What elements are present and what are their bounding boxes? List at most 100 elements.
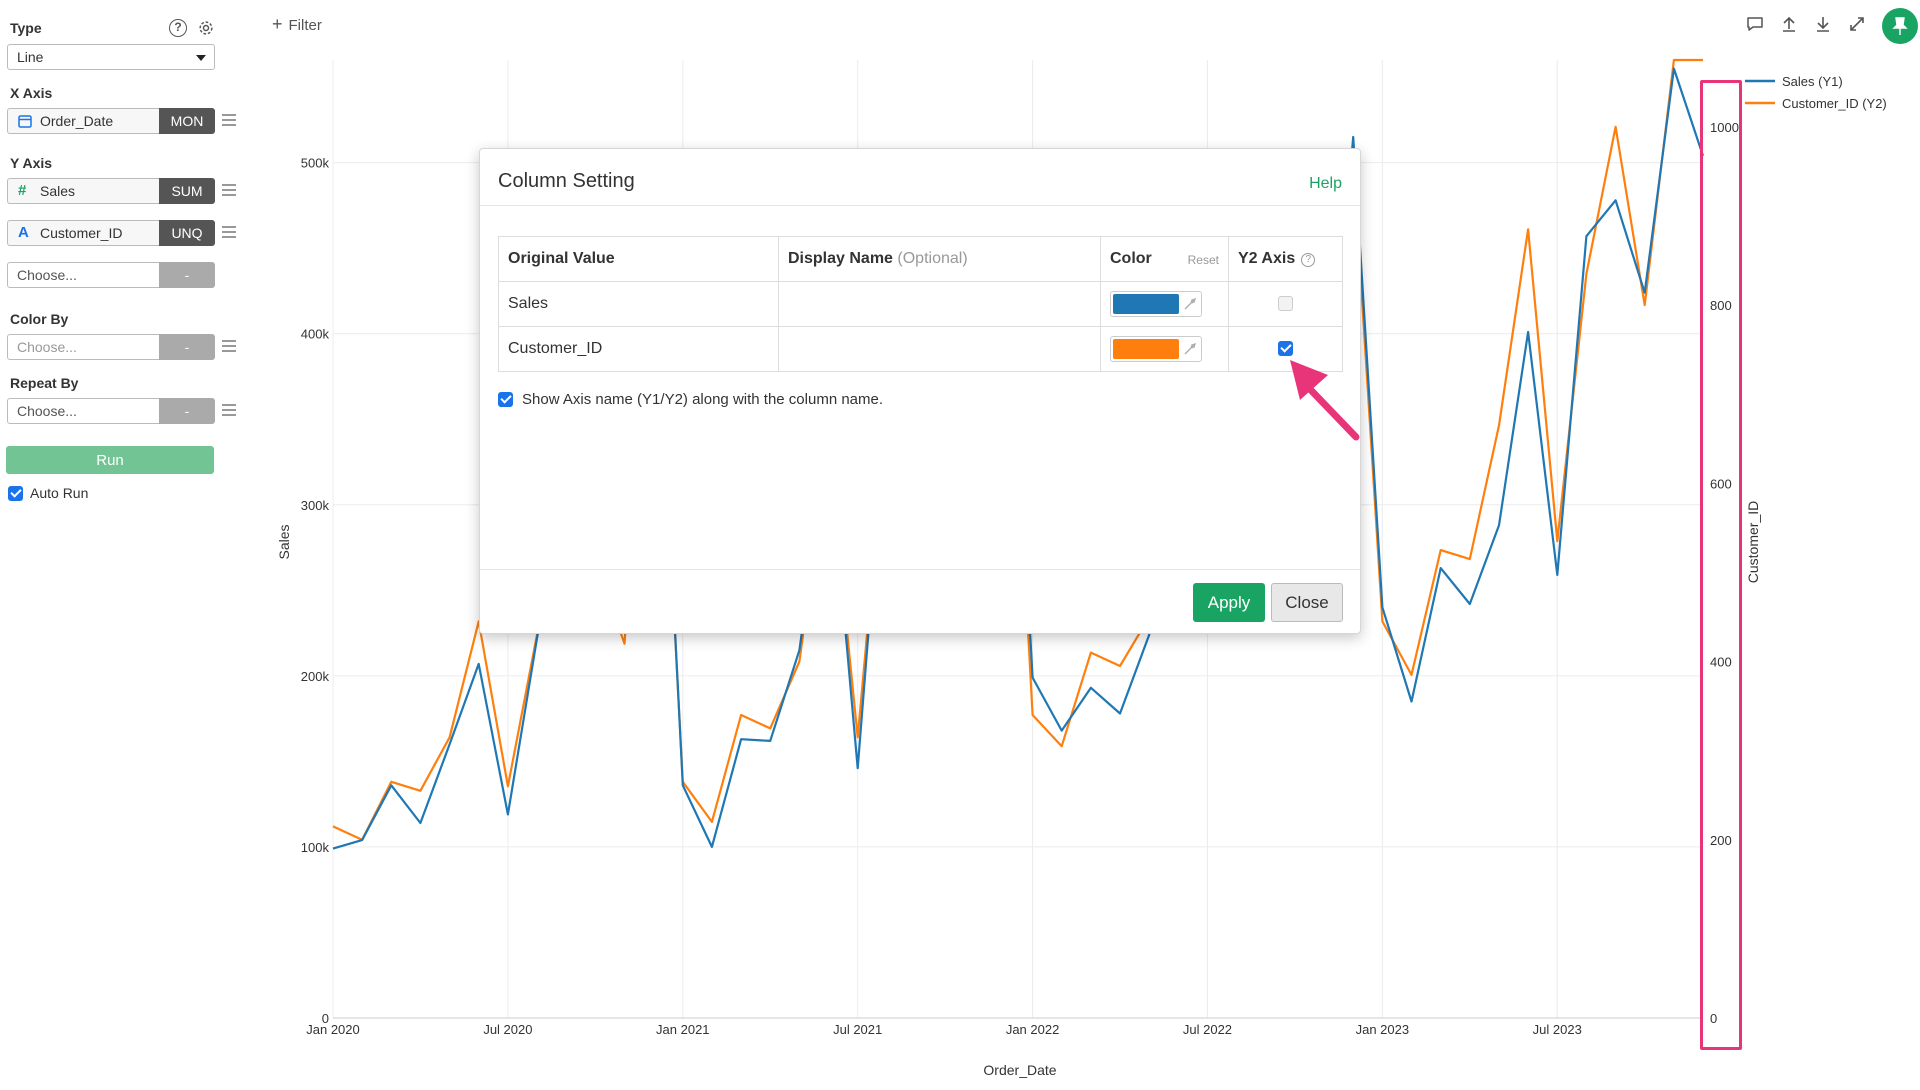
chart-type-value: Line <box>17 49 44 65</box>
x-field-label: Order_Date <box>40 113 114 129</box>
y-axis-title: Sales <box>276 524 292 559</box>
help-icon[interactable]: ? <box>1301 253 1316 267</box>
color-cell <box>1100 281 1229 327</box>
y-field-choose[interactable]: Choose... <box>7 262 159 288</box>
run-button[interactable]: Run <box>6 446 214 474</box>
original-value-cell: Sales <box>498 281 779 327</box>
auto-run-label: Auto Run <box>30 485 89 501</box>
header-original-value: Original Value <box>498 236 779 282</box>
x-tick-label: Jan 2020 <box>306 1022 360 1037</box>
hamburger-menu-icon[interactable] <box>222 404 236 416</box>
table-row: Customer_ID <box>498 326 1343 372</box>
x-tick-label: Jul 2020 <box>483 1022 532 1037</box>
table-header-row: Original Value Display Name (Optional) C… <box>498 236 1343 282</box>
expand-icon[interactable] <box>1847 14 1867 34</box>
y-tick-label: 200k <box>301 669 330 684</box>
color-by-field[interactable]: Choose... - <box>7 334 215 360</box>
apply-button[interactable]: Apply <box>1193 583 1265 622</box>
number-icon: # <box>18 182 27 199</box>
download-icon[interactable] <box>1813 14 1833 34</box>
repeat-by-field[interactable]: Choose... - <box>7 398 215 424</box>
table-row: Sales <box>498 281 1343 327</box>
legend-entry[interactable]: Customer_ID (Y2) <box>1782 96 1887 111</box>
hamburger-menu-icon[interactable] <box>222 114 236 126</box>
y2-axis-highlight <box>1700 80 1742 1050</box>
x-tick-label: Jul 2021 <box>833 1022 882 1037</box>
hamburger-menu-icon[interactable] <box>222 184 236 196</box>
color-cell <box>1100 326 1229 372</box>
color-by-choose[interactable]: Choose... <box>7 334 159 360</box>
help-link[interactable]: Help <box>1309 175 1342 193</box>
show-axis-name-option[interactable]: Show Axis name (Y1/Y2) along with the co… <box>498 391 883 408</box>
dialog-divider <box>480 205 1360 206</box>
chart-config-panel: Type ? Line X Axis Order_Date MON Y Axis… <box>0 0 240 1090</box>
color-picker-sales[interactable] <box>1110 291 1202 317</box>
y-aggregation-button-customer[interactable]: UNQ <box>159 220 215 246</box>
auto-run-checkbox[interactable] <box>8 486 23 501</box>
type-label: Type <box>10 20 42 36</box>
reset-color-link[interactable]: Reset <box>1188 253 1219 267</box>
display-name-input[interactable] <box>778 326 1101 372</box>
header-color: Color Reset <box>1100 236 1229 282</box>
chart-type-select[interactable]: Line <box>7 44 215 70</box>
pin-icon <box>1892 17 1908 35</box>
color-by-label: Color By <box>10 311 69 327</box>
y-tick-label: 0 <box>322 1011 329 1026</box>
color-picker-customer[interactable] <box>1110 336 1202 362</box>
help-icon[interactable]: ? <box>169 19 187 37</box>
text-type-icon: A <box>18 224 29 241</box>
show-axis-name-checkbox[interactable] <box>498 392 513 407</box>
optional-hint: (Optional) <box>897 250 968 267</box>
header-display-name: Display Name (Optional) <box>778 236 1101 282</box>
column-setting-dialog: Column Setting Help Original Value Displ… <box>479 148 1361 634</box>
legend-entry[interactable]: Sales (Y1) <box>1782 74 1843 89</box>
display-name-input[interactable] <box>778 281 1101 327</box>
gear-icon[interactable] <box>197 19 215 37</box>
pointer-arrow-annotation <box>1290 360 1360 441</box>
y-axis-field-sales[interactable]: # Sales SUM <box>7 178 215 204</box>
x-tick-label: Jan 2023 <box>1356 1022 1410 1037</box>
y2-cell <box>1228 281 1343 327</box>
color-swatch <box>1113 339 1179 359</box>
y-field-name-customer[interactable]: A Customer_ID <box>7 220 159 246</box>
x-tick-label: Jul 2023 <box>1533 1022 1582 1037</box>
chevron-down-icon <box>196 55 206 61</box>
y-field-label-sales: Sales <box>40 183 76 199</box>
plus-icon: + <box>272 14 283 34</box>
y-aggregation-button-sales[interactable]: SUM <box>159 178 215 204</box>
hamburger-menu-icon[interactable] <box>222 226 236 238</box>
y-axis-field-customer[interactable]: A Customer_ID UNQ <box>7 220 215 246</box>
dialog-footer-divider <box>480 569 1360 570</box>
filter-button[interactable]: + Filter <box>272 14 322 35</box>
x-axis-field[interactable]: Order_Date MON <box>7 108 215 134</box>
y-aggregation-button-empty: - <box>159 262 215 288</box>
y-tick-label: 500k <box>301 156 330 171</box>
eyedropper-icon <box>1184 342 1197 355</box>
y-field-name-sales[interactable]: # Sales <box>7 178 159 204</box>
x-tick-label: Jan 2022 <box>1006 1022 1060 1037</box>
repeat-by-aggregation: - <box>159 398 215 424</box>
x-field-name[interactable]: Order_Date <box>7 108 159 134</box>
y-tick-label: 100k <box>301 840 330 855</box>
y-axis-field-empty[interactable]: Choose... - <box>7 262 215 288</box>
comment-icon[interactable] <box>1745 14 1765 34</box>
show-axis-name-label: Show Axis name (Y1/Y2) along with the co… <box>522 391 884 408</box>
repeat-by-choose[interactable]: Choose... <box>7 398 159 424</box>
chart-legend[interactable]: Sales (Y1) Customer_ID (Y2) <box>1745 74 1887 111</box>
x-axis-label: X Axis <box>10 85 53 101</box>
filter-label: Filter <box>288 17 322 34</box>
upload-icon[interactable] <box>1779 14 1799 34</box>
x-tick-label: Jul 2022 <box>1183 1022 1232 1037</box>
original-value-cell: Customer_ID <box>498 326 779 372</box>
hamburger-menu-icon[interactable] <box>222 340 236 352</box>
y-tick-label: 400k <box>301 327 330 342</box>
close-button[interactable]: Close <box>1271 583 1343 622</box>
pin-button[interactable] <box>1882 8 1918 44</box>
color-by-aggregation: - <box>159 334 215 360</box>
x-aggregation-button[interactable]: MON <box>159 108 215 134</box>
y-tick-label: 300k <box>301 498 330 513</box>
y-field-label-customer: Customer_ID <box>40 225 123 241</box>
x-tick-label: Jan 2021 <box>656 1022 710 1037</box>
y2-checkbox-sales[interactable] <box>1278 296 1293 312</box>
y-axis-label: Y Axis <box>10 155 53 171</box>
